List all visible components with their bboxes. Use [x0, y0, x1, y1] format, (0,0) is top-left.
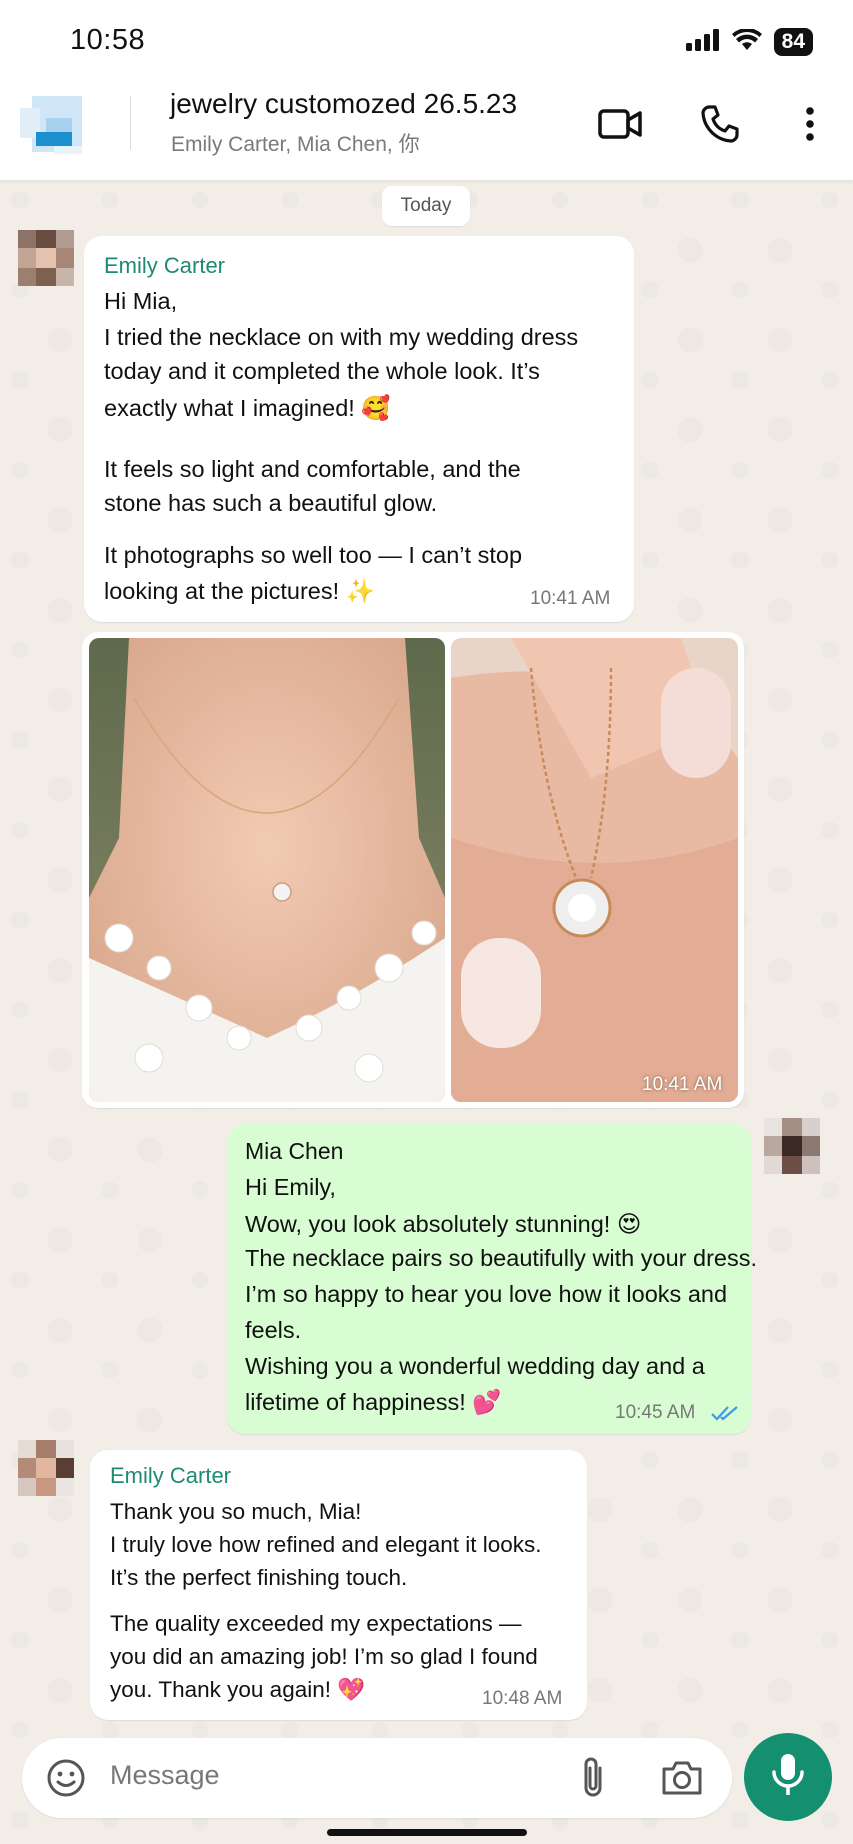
message-line: you. Thank you again! 💖: [110, 1677, 366, 1702]
chat-title[interactable]: jewelry customozed 26.5.23: [170, 88, 517, 120]
message-composer: Message: [22, 1738, 732, 1818]
home-indicator: [327, 1829, 527, 1836]
message-time: 10:41 AM: [530, 588, 611, 609]
voice-message-button[interactable]: [744, 1733, 832, 1821]
more-options-button[interactable]: [784, 100, 836, 152]
emoji-icon[interactable]: [46, 1758, 86, 1798]
date-chip: Today: [382, 186, 470, 226]
battery-indicator: 84: [773, 28, 813, 56]
avatar[interactable]: [18, 230, 74, 286]
attach-icon[interactable]: [578, 1756, 608, 1800]
sender-name: Mia Chen: [245, 1138, 344, 1164]
message-line: The quality exceeded my expectations —: [110, 1611, 522, 1636]
message-line: It feels so light and comfortable, and t…: [104, 456, 521, 482]
avatar[interactable]: [764, 1118, 820, 1174]
phone-icon: [700, 104, 740, 149]
status-bar: 10:58 84: [0, 0, 853, 80]
sender-name: Emily Carter: [110, 1463, 232, 1488]
message-line: I truly love how refined and elegant it …: [110, 1532, 542, 1557]
header-divider: [130, 96, 131, 150]
more-icon: [804, 106, 816, 147]
message-time: 10:45 AM: [615, 1402, 696, 1423]
chat-header: jewelry customozed 26.5.23 Emily Carter,…: [0, 80, 853, 180]
message-bubble[interactable]: Emily Carter Thank you so much, Mia! I t…: [90, 1450, 587, 1720]
message-line: I’m so happy to hear you love how it loo…: [245, 1281, 728, 1307]
message-line: Hi Emily,: [245, 1174, 336, 1200]
message-line: feels.: [245, 1317, 302, 1343]
chat-participants[interactable]: Emily Carter, Mia Chen, 你: [171, 128, 420, 158]
necklace-photo-1[interactable]: [89, 638, 445, 1102]
signal-icon: [685, 28, 720, 56]
message-line: The necklace pairs so beautifully with y…: [245, 1245, 758, 1271]
video-call-button[interactable]: [594, 100, 646, 152]
message-line: you did an amazing job! I’m so glad I fo…: [110, 1644, 538, 1669]
message-line: lifetime of happiness! 💕: [245, 1389, 502, 1415]
message-line: I tried the necklace on with my wedding …: [104, 324, 579, 350]
message-line: Thank you so much, Mia!: [110, 1499, 362, 1524]
avatar[interactable]: [18, 1440, 74, 1496]
mic-icon: [771, 1752, 805, 1803]
message-input[interactable]: Message: [110, 1760, 220, 1791]
message-line: today and it completed the whole look. I…: [104, 358, 540, 384]
group-avatar[interactable]: [20, 88, 92, 160]
album-time: 10:41 AM: [642, 1074, 723, 1095]
camera-icon[interactable]: [660, 1758, 704, 1798]
image-album[interactable]: 10:41 AM: [82, 632, 744, 1108]
read-receipt-icon: [711, 1404, 739, 1422]
message-line: It’s the perfect finishing touch.: [110, 1565, 408, 1590]
message-line: stone has such a beautiful glow.: [104, 490, 438, 516]
message-line: looking at the pictures! ✨: [104, 578, 375, 604]
wifi-icon: [731, 27, 762, 56]
sender-name: Emily Carter: [104, 253, 226, 278]
message-time: 10:48 AM: [482, 1688, 563, 1709]
message-line: Wow, you look absolutely stunning! 😍: [245, 1211, 642, 1237]
necklace-photo-2[interactable]: [451, 638, 738, 1102]
message-line: exactly what I imagined! 🥰: [104, 395, 391, 421]
status-time: 10:58: [70, 24, 146, 56]
message-bubble[interactable]: Emily Carter Hi Mia, I tried the necklac…: [84, 236, 634, 622]
message-bubble-outgoing[interactable]: Mia Chen Hi Emily, Wow, you look absolut…: [227, 1124, 757, 1434]
video-call-icon: [598, 108, 642, 145]
status-icons: 84: [685, 27, 813, 56]
message-line: Wishing you a wonderful wedding day and …: [245, 1353, 705, 1379]
message-line: Hi Mia,: [104, 288, 178, 314]
message-line: It photographs so well too — I can’t sto…: [104, 542, 523, 568]
voice-call-button[interactable]: [694, 100, 746, 152]
